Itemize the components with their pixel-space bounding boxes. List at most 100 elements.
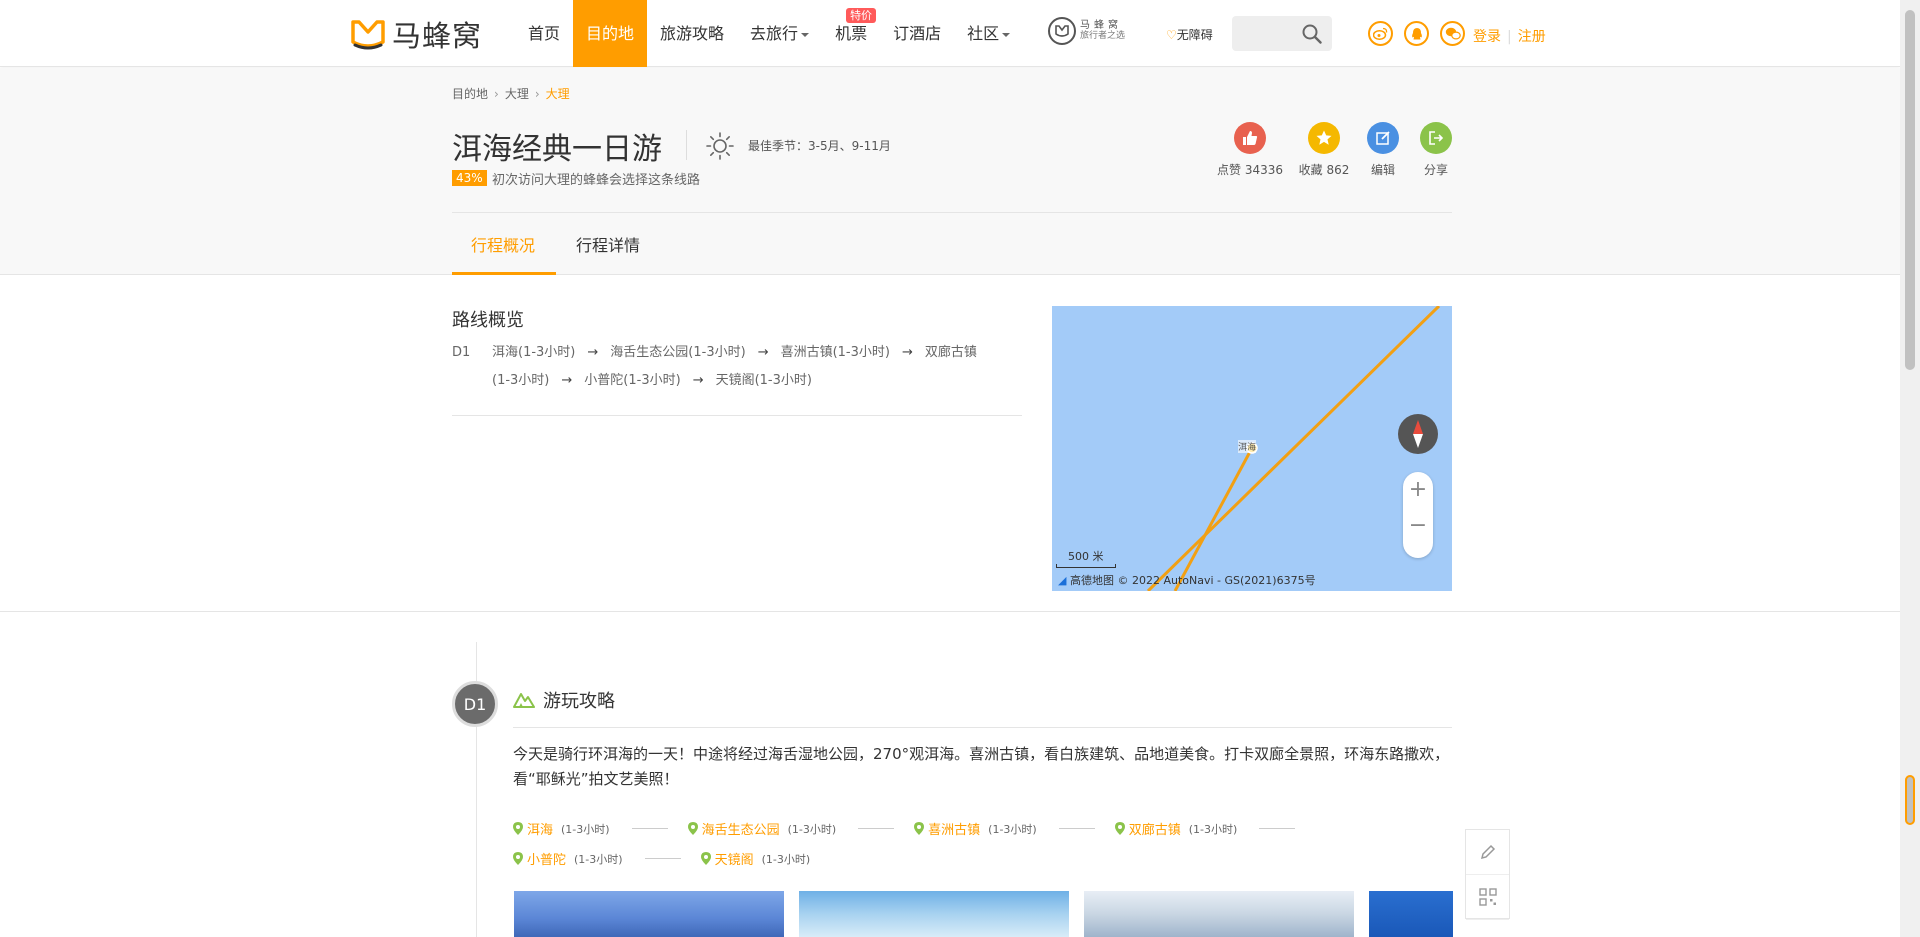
nav-label: 旅游攻略 xyxy=(660,24,725,43)
qr-code-button[interactable] xyxy=(1466,875,1509,920)
amap-logo-icon: ◢ xyxy=(1058,574,1067,587)
nav-destination[interactable]: 目的地 xyxy=(573,0,648,67)
scrollbar-thumb[interactable] xyxy=(1905,10,1915,370)
search-input[interactable] xyxy=(1232,16,1297,51)
day-label: D1 xyxy=(452,345,471,360)
route-stop[interactable]: 喜洲古镇(1-3小时) xyxy=(781,345,890,360)
route-stop[interactable]: 双廊古镇 xyxy=(925,345,977,360)
stops-row-2: 小普陀 (1-3小时) 天镜阁 (1-3小时) xyxy=(513,849,830,868)
route-map[interactable]: 洱海 + − 500 米 ◢ 高德地图 © 2022 AutoNavi - GS… xyxy=(1052,306,1452,591)
share-icon xyxy=(1420,122,1452,154)
route-line-1: 洱海(1-3小时) → 海舌生态公园(1-3小时) → 喜洲古镇(1-3小时) → 双廊古镇 xyxy=(492,339,1022,367)
accessibility-label: 无障碍 xyxy=(1176,28,1213,42)
stop-name: 洱海 xyxy=(527,823,554,838)
day-description: 今天是骑行环洱海的一天！中途将经过海舌湿地公园，270°观洱海。喜洲古镇，看白族… xyxy=(513,745,1450,788)
header-divider xyxy=(452,212,1452,213)
zoom-out-button[interactable]: − xyxy=(1403,508,1433,544)
search-box[interactable] xyxy=(1232,16,1332,51)
overview-divider xyxy=(452,415,1022,416)
feedback-button[interactable] xyxy=(1466,830,1509,875)
mfw-ring-icon xyxy=(1048,17,1076,45)
nav-label: 机票 xyxy=(835,24,868,43)
route-stop[interactable]: (1-3小时) xyxy=(492,373,549,388)
side-toolbar xyxy=(1465,829,1510,920)
breadcrumb-item-destination[interactable]: 目的地 xyxy=(452,87,488,101)
photo-erhai-4[interactable] xyxy=(1369,891,1453,937)
like-count: 点赞 34336 xyxy=(1217,163,1283,177)
search-icon[interactable] xyxy=(1302,24,1322,44)
nav-flights[interactable]: 机票 特价 xyxy=(822,0,880,67)
stop-item[interactable]: 小普陀 (1-3小时) xyxy=(513,849,681,868)
first-visit-percent-badge: 43% xyxy=(452,170,487,186)
mini-logo-line2: 旅行者之选 xyxy=(1080,31,1126,41)
nav-label: 订酒店 xyxy=(893,24,942,43)
zoom-in-button[interactable]: + xyxy=(1403,472,1433,508)
mountain-icon xyxy=(513,693,535,708)
mfw-travelers-choice-logo[interactable]: 马蜂窝 旅行者之选 xyxy=(1048,17,1125,45)
nav-label: 首页 xyxy=(528,24,561,43)
stops-row-1: 洱海 (1-3小时) 海舌生态公园 (1-3小时) 喜洲古镇 (1-3小时) 双廊古镇… xyxy=(513,819,1315,838)
stop-name: 喜洲古镇 xyxy=(928,823,981,838)
stop-name: 小普陀 xyxy=(527,853,567,868)
breadcrumb-item-dali[interactable]: 大理 xyxy=(505,87,529,101)
section-title: 游玩攻略 xyxy=(543,691,615,712)
route-stop[interactable]: 小普陀(1-3小时) xyxy=(584,373,680,388)
page-scrollbar[interactable] xyxy=(1900,0,1920,937)
qq-icon[interactable] xyxy=(1404,21,1429,46)
like-button[interactable]: 点赞 34336 xyxy=(1210,122,1290,178)
nav-travel[interactable]: 去旅行 xyxy=(737,0,822,67)
stop-duration: (1-3小时) xyxy=(574,852,623,866)
route-stop[interactable]: 海舌生态公园(1-3小时) xyxy=(610,345,745,360)
route-stop[interactable]: 洱海(1-3小时) xyxy=(492,345,575,360)
stop-item[interactable]: 喜洲古镇 (1-3小时) xyxy=(914,819,1095,838)
photo-erhai-3[interactable] xyxy=(1084,891,1354,937)
compass-icon[interactable] xyxy=(1398,414,1438,454)
arrow-right-icon: → xyxy=(692,373,704,388)
map-pin-icon xyxy=(513,822,523,835)
stop-item[interactable]: 天镜阁 (1-3小时) xyxy=(700,849,810,868)
login-link[interactable]: 登录 xyxy=(1473,29,1501,45)
stop-duration: (1-3小时) xyxy=(787,822,837,836)
route-overview-title: 路线概览 xyxy=(452,310,524,331)
stop-item[interactable]: 海舌生态公园 (1-3小时) xyxy=(687,819,895,838)
map-marker-label: 洱海 xyxy=(1238,440,1257,453)
connector-arrow xyxy=(1058,828,1095,829)
route-stop[interactable]: 天镜阁(1-3小时) xyxy=(716,373,812,388)
register-link[interactable]: 注册 xyxy=(1518,29,1546,45)
arrow-right-icon: → xyxy=(901,345,913,360)
map-pin-icon xyxy=(513,852,523,865)
connector-arrow xyxy=(631,828,668,829)
tab-details[interactable]: 行程详情 xyxy=(576,232,640,256)
site-logo[interactable]: 马蜂窝 xyxy=(350,14,482,54)
logo-mark-icon xyxy=(351,20,385,50)
photo-erhai-2[interactable] xyxy=(799,891,1069,937)
arrow-right-icon: → xyxy=(561,373,573,388)
stop-name: 双廊古镇 xyxy=(1128,823,1181,838)
heart-icon: ♡ xyxy=(1166,28,1177,42)
share-button[interactable]: 分享 xyxy=(1396,122,1476,178)
accessibility-link[interactable]: ♡无障碍 xyxy=(1166,26,1213,43)
stop-item[interactable]: 洱海 (1-3小时) xyxy=(513,819,668,838)
title-divider xyxy=(686,130,687,160)
map-pin-icon xyxy=(914,822,925,835)
photo-erhai-1[interactable] xyxy=(514,891,784,937)
scroll-position-indicator[interactable] xyxy=(1905,775,1915,825)
connector-arrow xyxy=(858,828,895,829)
auth-divider: | xyxy=(1507,29,1512,45)
tab-overview[interactable]: 行程概况 xyxy=(471,232,535,256)
wechat-icon[interactable] xyxy=(1440,21,1465,46)
nav-label: 去旅行 xyxy=(750,24,799,43)
nav-community[interactable]: 社区 xyxy=(954,0,1023,67)
weibo-icon[interactable] xyxy=(1368,21,1393,46)
stop-duration: (1-3小时) xyxy=(988,822,1037,836)
auth-links: 登录 | 注册 xyxy=(1473,26,1546,46)
stop-item[interactable]: 双廊古镇 (1-3小时) xyxy=(1114,819,1296,838)
connector-arrow xyxy=(1259,828,1296,829)
first-visit-text: 初次访问大理的蜂蜂会选择这条线路 xyxy=(492,173,701,188)
share-label: 分享 xyxy=(1423,163,1448,177)
route-header-area xyxy=(0,68,1900,275)
nav-guides[interactable]: 旅游攻略 xyxy=(647,0,737,67)
nav-hotels[interactable]: 订酒店 xyxy=(880,0,954,67)
map-pin-icon xyxy=(1114,822,1125,835)
nav-home[interactable]: 首页 xyxy=(515,0,573,67)
